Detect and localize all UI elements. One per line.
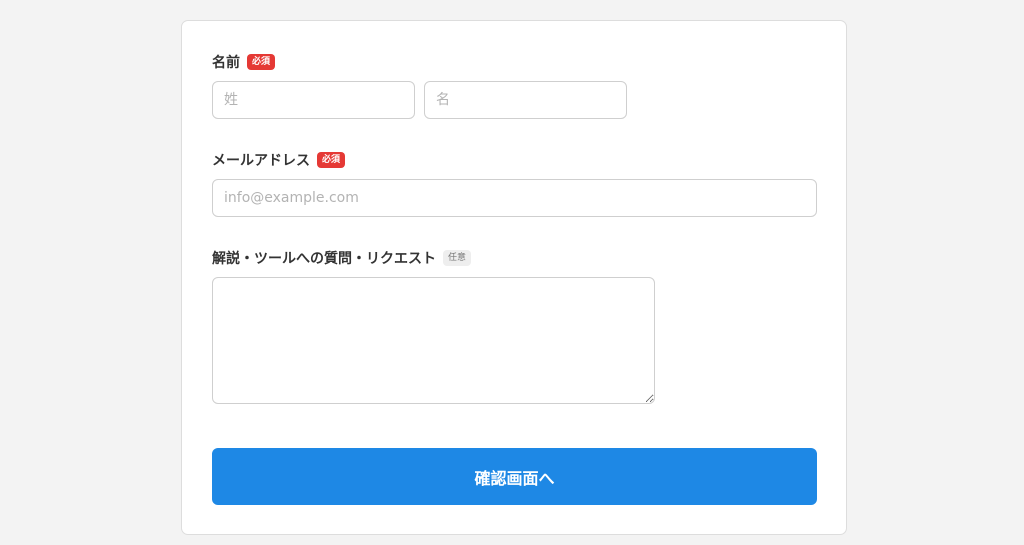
message-textarea[interactable] bbox=[212, 277, 655, 404]
message-optional-badge: 任意 bbox=[443, 250, 472, 266]
confirm-button[interactable]: 確認画面へ bbox=[212, 448, 817, 505]
email-label: メールアドレス bbox=[212, 153, 310, 169]
email-label-row: メールアドレス 必須 bbox=[212, 150, 346, 170]
name-required-badge: 必須 bbox=[247, 54, 276, 70]
message-label: 解説・ツールへの質問・リクエスト bbox=[212, 251, 436, 267]
last-name-input[interactable] bbox=[212, 81, 415, 119]
message-label-row: 解説・ツールへの質問・リクエスト 任意 bbox=[212, 248, 472, 268]
email-input[interactable] bbox=[212, 179, 817, 217]
email-required-badge: 必須 bbox=[317, 152, 346, 168]
name-label: 名前 bbox=[212, 55, 240, 71]
first-name-input[interactable] bbox=[424, 81, 627, 119]
name-label-row: 名前 必須 bbox=[212, 52, 276, 72]
contact-form-card: 名前 必須 メールアドレス 必須 解説・ツールへの質問・リクエスト 任意 確認画… bbox=[181, 20, 847, 535]
